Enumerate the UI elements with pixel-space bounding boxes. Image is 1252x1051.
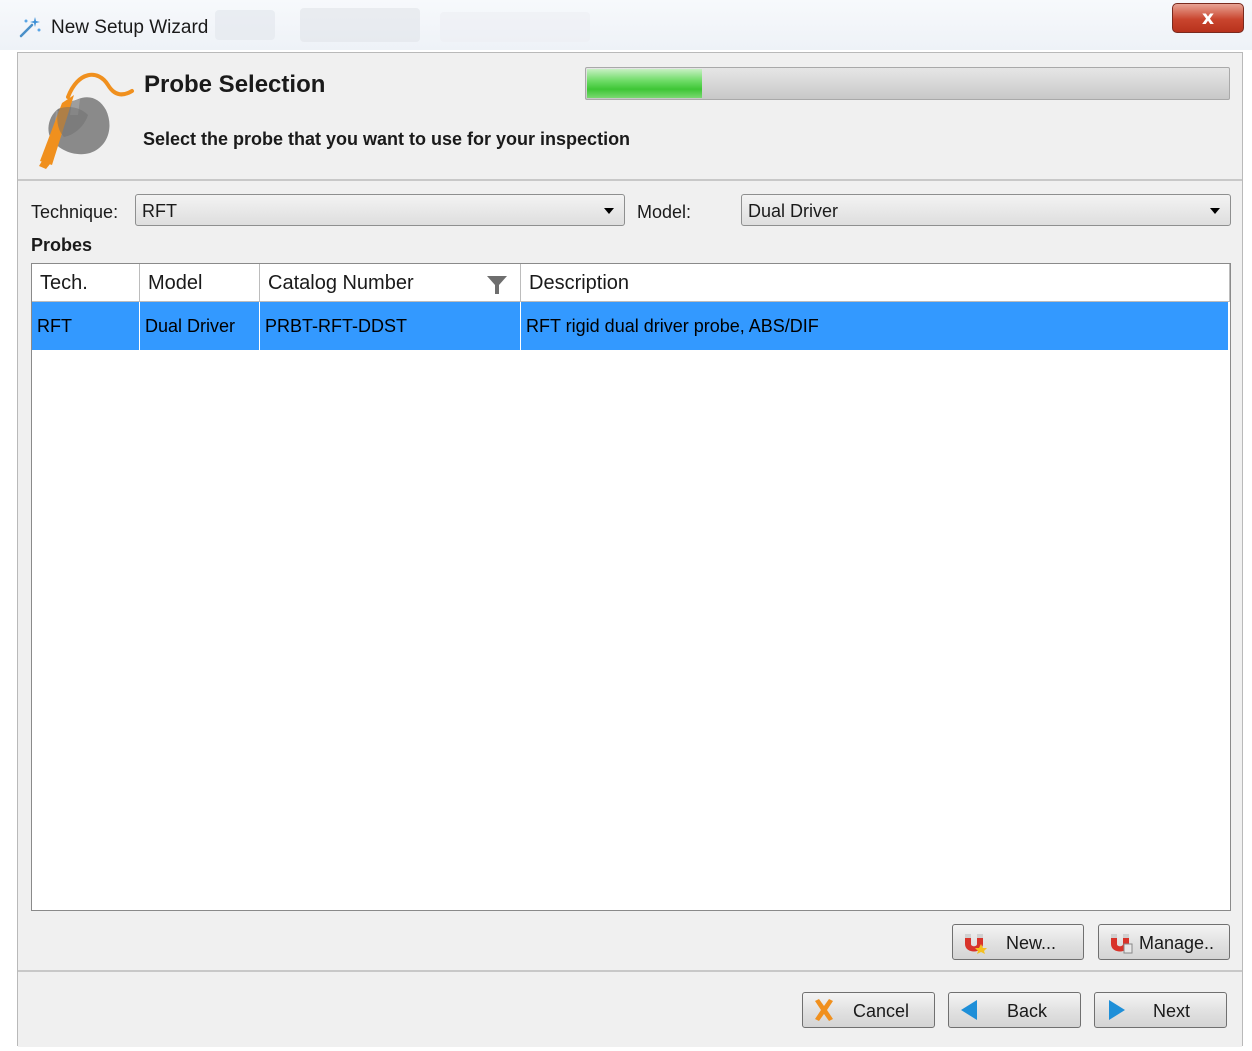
x-icon <box>815 999 833 1021</box>
cell-text: Dual Driver <box>145 316 236 336</box>
technique-value: RFT <box>142 201 177 221</box>
column-header-tech[interactable]: Tech. <box>32 264 140 301</box>
back-button[interactable]: Back <box>948 992 1081 1028</box>
cell-text: PRBT-RFT-DDST <box>265 316 407 336</box>
cell-text: RFT <box>37 316 72 336</box>
close-button[interactable]: x <box>1172 3 1244 33</box>
funnel-icon[interactable] <box>486 274 508 296</box>
chevron-down-icon <box>604 208 614 214</box>
column-header-label: Catalog Number <box>268 272 414 294</box>
table-cell-catalog-number: PRBT-RFT-DDST <box>260 302 521 350</box>
wizard-header: Probe Selection Select the probe that yo… <box>18 53 1242 181</box>
table-row[interactable]: RFT Dual Driver PRBT-RFT-DDST RFT rigid … <box>32 302 1228 350</box>
technique-label: Technique: <box>31 202 119 222</box>
progress-fill <box>587 69 703 98</box>
column-header-description[interactable]: Description <box>521 264 1230 301</box>
cancel-label: Cancel <box>853 1001 910 1021</box>
table-cell-tech: RFT <box>32 302 140 350</box>
magnet-icon <box>1111 934 1133 954</box>
next-button[interactable]: Next <box>1094 992 1227 1028</box>
model-label: Model: <box>637 202 692 222</box>
wizard-wand-icon <box>19 17 41 38</box>
technique-dropdown[interactable]: RFT <box>135 194 625 226</box>
cell-text: RFT rigid dual driver probe, ABS/DIF <box>526 316 819 336</box>
background-blur <box>300 8 420 42</box>
column-header-catalog-number[interactable]: Catalog Number <box>260 264 521 301</box>
column-header-label: Model <box>148 272 203 294</box>
close-label: x <box>1201 7 1215 29</box>
page-subtitle: Select the probe that you want to use fo… <box>143 129 631 149</box>
wizard-dialog: Probe Selection Select the probe that yo… <box>17 52 1243 1047</box>
new-probe-label: New... <box>1006 933 1057 953</box>
magnet-icon <box>965 934 987 954</box>
column-header-label: Tech. <box>40 272 88 294</box>
next-label: Next <box>1153 1001 1191 1021</box>
model-dropdown[interactable]: Dual Driver <box>741 194 1231 226</box>
probes-section-label: Probes <box>31 235 93 255</box>
page-title: Probe Selection <box>144 71 326 98</box>
back-label: Back <box>1007 1001 1048 1021</box>
window-title: New Setup Wizard <box>51 17 209 38</box>
background-blur <box>215 10 275 40</box>
table-cell-description: RFT rigid dual driver probe, ABS/DIF <box>521 302 1228 350</box>
model-value: Dual Driver <box>748 201 839 221</box>
window-title-bar: New Setup Wizard x <box>0 0 1252 50</box>
new-probe-button[interactable]: New... <box>952 924 1084 960</box>
manage-probes-label: Manage.. <box>1139 933 1215 953</box>
probe-hand-icon <box>39 72 134 169</box>
chevron-down-icon <box>1210 208 1220 214</box>
column-header-model[interactable]: Model <box>140 264 260 301</box>
cancel-button[interactable]: Cancel <box>802 992 935 1028</box>
table-cell-model: Dual Driver <box>140 302 260 350</box>
table-header: Tech. Model Catalog Number Description <box>32 264 1230 302</box>
triangle-right-icon <box>1109 1000 1125 1020</box>
wizard-progress-bar <box>585 67 1230 100</box>
background-blur <box>440 12 590 42</box>
manage-probes-button[interactable]: Manage.. <box>1098 924 1230 960</box>
triangle-left-icon <box>961 1000 977 1020</box>
probes-table: Tech. Model Catalog Number Description R… <box>31 263 1231 911</box>
column-header-label: Description <box>529 272 630 294</box>
